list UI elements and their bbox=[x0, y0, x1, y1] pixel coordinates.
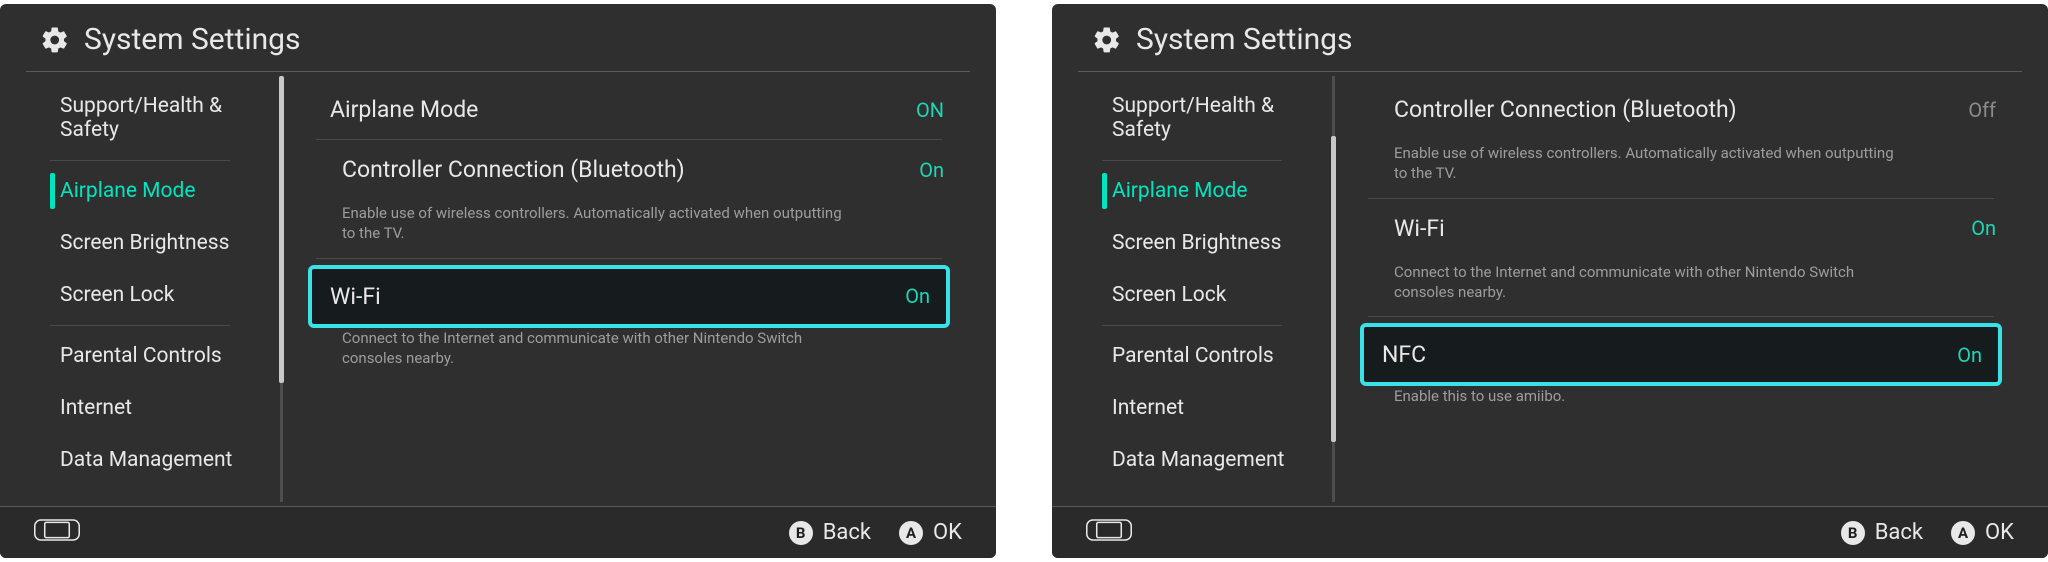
spacer bbox=[1354, 317, 2008, 327]
back-label: Back bbox=[1875, 520, 1923, 545]
sidebar-item[interactable]: Parental Controls bbox=[1052, 330, 1332, 382]
setting-row[interactable]: Airplane Mode ON bbox=[302, 80, 956, 139]
page-title: System Settings bbox=[1136, 22, 1353, 57]
sidebar-divider bbox=[50, 160, 230, 161]
back-hint[interactable]: B Back bbox=[1841, 520, 1923, 545]
page-title: System Settings bbox=[84, 22, 301, 57]
content: Controller Connection (Bluetooth) Off Enab… bbox=[1332, 72, 2048, 506]
b-button-icon: B bbox=[1841, 521, 1865, 545]
setting-row[interactable]: Controller Connection (Bluetooth) Off bbox=[1354, 80, 2008, 139]
sidebar-item[interactable]: Support/Health & Safety bbox=[1052, 80, 1332, 156]
scrollbar[interactable] bbox=[280, 76, 283, 502]
body: Support/Health & SafetyAirplane ModeScre… bbox=[0, 72, 996, 506]
setting-description: Enable this to use amiibo. bbox=[1354, 382, 2008, 420]
setting-label: Wi-Fi bbox=[330, 283, 381, 310]
sidebar-item[interactable]: Airplane Mode bbox=[1052, 165, 1332, 217]
ok-hint[interactable]: A OK bbox=[1951, 520, 2014, 545]
footer: B Back A OK bbox=[0, 506, 996, 558]
ok-label: OK bbox=[933, 520, 962, 545]
setting-value: ON bbox=[916, 98, 944, 122]
footer-hints: B Back A OK bbox=[1841, 520, 2014, 545]
back-hint[interactable]: B Back bbox=[789, 520, 871, 545]
sidebar-divider bbox=[1102, 325, 1282, 326]
back-label: Back bbox=[823, 520, 871, 545]
setting-value: On bbox=[1971, 216, 1996, 240]
header: System Settings bbox=[1052, 4, 2048, 71]
content: Airplane Mode ON Controller Connection (Bl… bbox=[280, 72, 996, 506]
ok-label: OK bbox=[1985, 520, 2014, 545]
gear-icon bbox=[1092, 25, 1122, 55]
sidebar-item[interactable]: Screen Brightness bbox=[0, 217, 280, 269]
setting-row[interactable]: Controller Connection (Bluetooth) On bbox=[302, 140, 956, 199]
setting-value: On bbox=[919, 158, 944, 182]
a-button-icon: A bbox=[1951, 521, 1975, 545]
setting-description: Connect to the Internet and communicate … bbox=[302, 324, 956, 383]
controller-icon bbox=[1086, 518, 1132, 548]
setting-row[interactable]: Wi-Fi On bbox=[1354, 199, 2008, 258]
footer: B Back A OK bbox=[1052, 506, 2048, 558]
setting-value: On bbox=[1957, 343, 1982, 367]
setting-label: Controller Connection (Bluetooth) bbox=[342, 156, 685, 183]
footer-hints: B Back A OK bbox=[789, 520, 962, 545]
setting-label: Airplane Mode bbox=[330, 96, 478, 123]
sidebar-divider bbox=[50, 325, 230, 326]
gear-icon bbox=[40, 25, 70, 55]
sidebar-divider bbox=[1102, 160, 1282, 161]
setting-label: Wi-Fi bbox=[1394, 215, 1445, 242]
setting-row-selected[interactable]: Wi-Fi On bbox=[312, 269, 946, 324]
sidebar-item[interactable]: Parental Controls bbox=[0, 330, 280, 382]
scrollbar-thumb[interactable] bbox=[1331, 136, 1336, 443]
b-button-icon: B bbox=[789, 521, 813, 545]
sidebar-item[interactable]: Internet bbox=[0, 382, 280, 434]
settings-screen: System Settings Support/Health & Safety Ai… bbox=[0, 4, 996, 558]
spacer bbox=[302, 259, 956, 269]
sidebar-item[interactable]: Screen Brightness bbox=[1052, 217, 1332, 269]
header: System Settings bbox=[0, 4, 996, 71]
sidebar-item[interactable]: Data Management bbox=[0, 434, 280, 486]
sidebar-item[interactable]: Airplane Mode bbox=[0, 165, 280, 217]
sidebar-item[interactable]: Screen Lock bbox=[0, 269, 280, 321]
setting-description: Enable use of wireless controllers. Auto… bbox=[302, 199, 956, 258]
scrollbar[interactable] bbox=[1332, 76, 1335, 502]
a-button-icon: A bbox=[899, 521, 923, 545]
sidebar: Support/Health & SafetyAirplane ModeScre… bbox=[1052, 72, 1332, 506]
scrollbar-thumb[interactable] bbox=[279, 76, 284, 383]
setting-description: Enable use of wireless controllers. Auto… bbox=[1354, 139, 2008, 198]
setting-description: Connect to the Internet and communicate … bbox=[1354, 258, 2008, 317]
setting-value: Off bbox=[1968, 98, 1996, 122]
setting-row-selected[interactable]: NFC On bbox=[1364, 327, 1998, 382]
sidebar-item[interactable]: Screen Lock bbox=[1052, 269, 1332, 321]
setting-label: Controller Connection (Bluetooth) bbox=[1394, 96, 1737, 123]
settings-screen: System Settings Support/Health & Safety Ai… bbox=[1052, 4, 2048, 558]
body: Support/Health & SafetyAirplane ModeScre… bbox=[1052, 72, 2048, 506]
controller-icon bbox=[34, 518, 80, 548]
setting-value: On bbox=[905, 284, 930, 308]
ok-hint[interactable]: A OK bbox=[899, 520, 962, 545]
sidebar-item[interactable]: Internet bbox=[1052, 382, 1332, 434]
sidebar: Support/Health & SafetyAirplane ModeScre… bbox=[0, 72, 280, 506]
sidebar-item[interactable]: Support/Health & Safety bbox=[0, 80, 280, 156]
sidebar-item[interactable]: Data Management bbox=[1052, 434, 1332, 486]
setting-label: NFC bbox=[1382, 341, 1426, 368]
